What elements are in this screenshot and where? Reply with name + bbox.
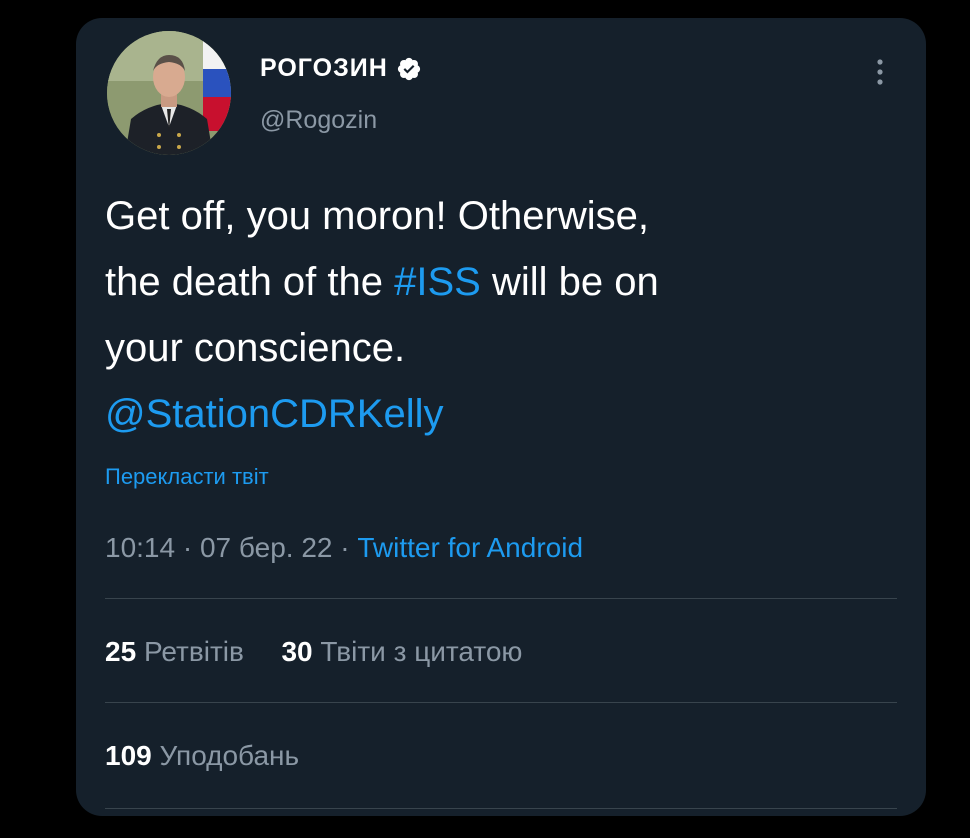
mention-link[interactable]: @StationCDRKelly (105, 392, 444, 436)
meta-separator: · (332, 532, 358, 563)
author-display-name[interactable]: РОГОЗИН (260, 54, 388, 83)
likes-stat[interactable]: 109 Уподобань (105, 740, 299, 772)
retweets-label: Ретвітів (143, 636, 244, 667)
meta-separator: · (175, 532, 200, 563)
tweet-text-line: the death of the (105, 260, 395, 304)
likes-label: Уподобань (159, 740, 300, 771)
divider (105, 702, 897, 703)
engagement-stats: 25 Ретвітів 30 Твіти з цитатою (105, 636, 522, 668)
tweet-text-line: Get off, you moron! Otherwise, (105, 194, 649, 238)
hashtag-link[interactable]: #ISS (394, 260, 481, 304)
tweet-time[interactable]: 10:14 (105, 532, 175, 563)
tweet-meta: 10:14 · 07 бер. 22 · Twitter for Android (105, 532, 583, 564)
tweet-text: Get off, you moron! Otherwise, the death… (105, 183, 905, 447)
more-options-icon[interactable] (868, 54, 892, 90)
quotes-count: 30 (281, 636, 313, 667)
tweet-source-link[interactable]: Twitter for Android (357, 532, 583, 563)
divider (105, 598, 897, 599)
tweet-text-line: your conscience. (105, 326, 406, 370)
quotes-stat[interactable]: 30 Твіти з цитатою (281, 636, 522, 667)
author-name-row[interactable]: РОГОЗИН (260, 54, 422, 83)
retweets-stat[interactable]: 25 Ретвітів (105, 636, 244, 667)
tweet-card: РОГОЗИН @Rogozin Get off, you moron! Oth… (76, 18, 926, 816)
author-handle[interactable]: @Rogozin (260, 106, 377, 135)
likes-count: 109 (105, 740, 152, 771)
tweet-date[interactable]: 07 бер. 22 (200, 532, 333, 563)
translate-tweet-link[interactable]: Перекласти твіт (105, 464, 269, 490)
quotes-label: Твіти з цитатою (320, 636, 523, 667)
avatar[interactable] (107, 31, 231, 155)
verified-badge-icon (397, 57, 420, 80)
tweet-text-line: will be on (480, 260, 659, 304)
retweets-count: 25 (105, 636, 137, 667)
divider (105, 808, 897, 809)
